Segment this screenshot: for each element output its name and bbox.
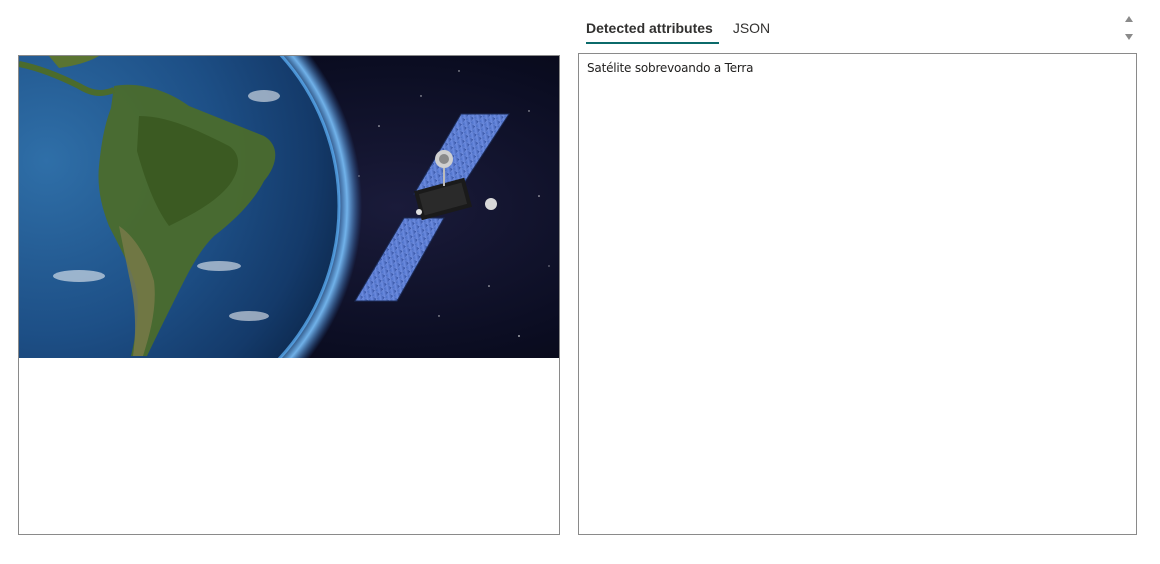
attributes-output-box[interactable]: Satélite sobrevoando a Terra: [578, 53, 1137, 535]
caption-text: Satélite sobrevoando a Terra: [587, 61, 754, 75]
result-tabs: Detected attributes JSON: [580, 14, 784, 46]
tab-detected-attributes[interactable]: Detected attributes: [580, 14, 719, 44]
page: Detected attributes JSON Satélite sobrev…: [0, 0, 1160, 564]
tab-json[interactable]: JSON: [727, 14, 776, 44]
arrow-down-icon[interactable]: [1125, 34, 1133, 40]
image-preview-panel: [18, 55, 560, 535]
satellite-earth-image: [19, 56, 559, 358]
spin-arrows-icon[interactable]: [1122, 14, 1136, 42]
arrow-up-icon[interactable]: [1125, 16, 1133, 22]
